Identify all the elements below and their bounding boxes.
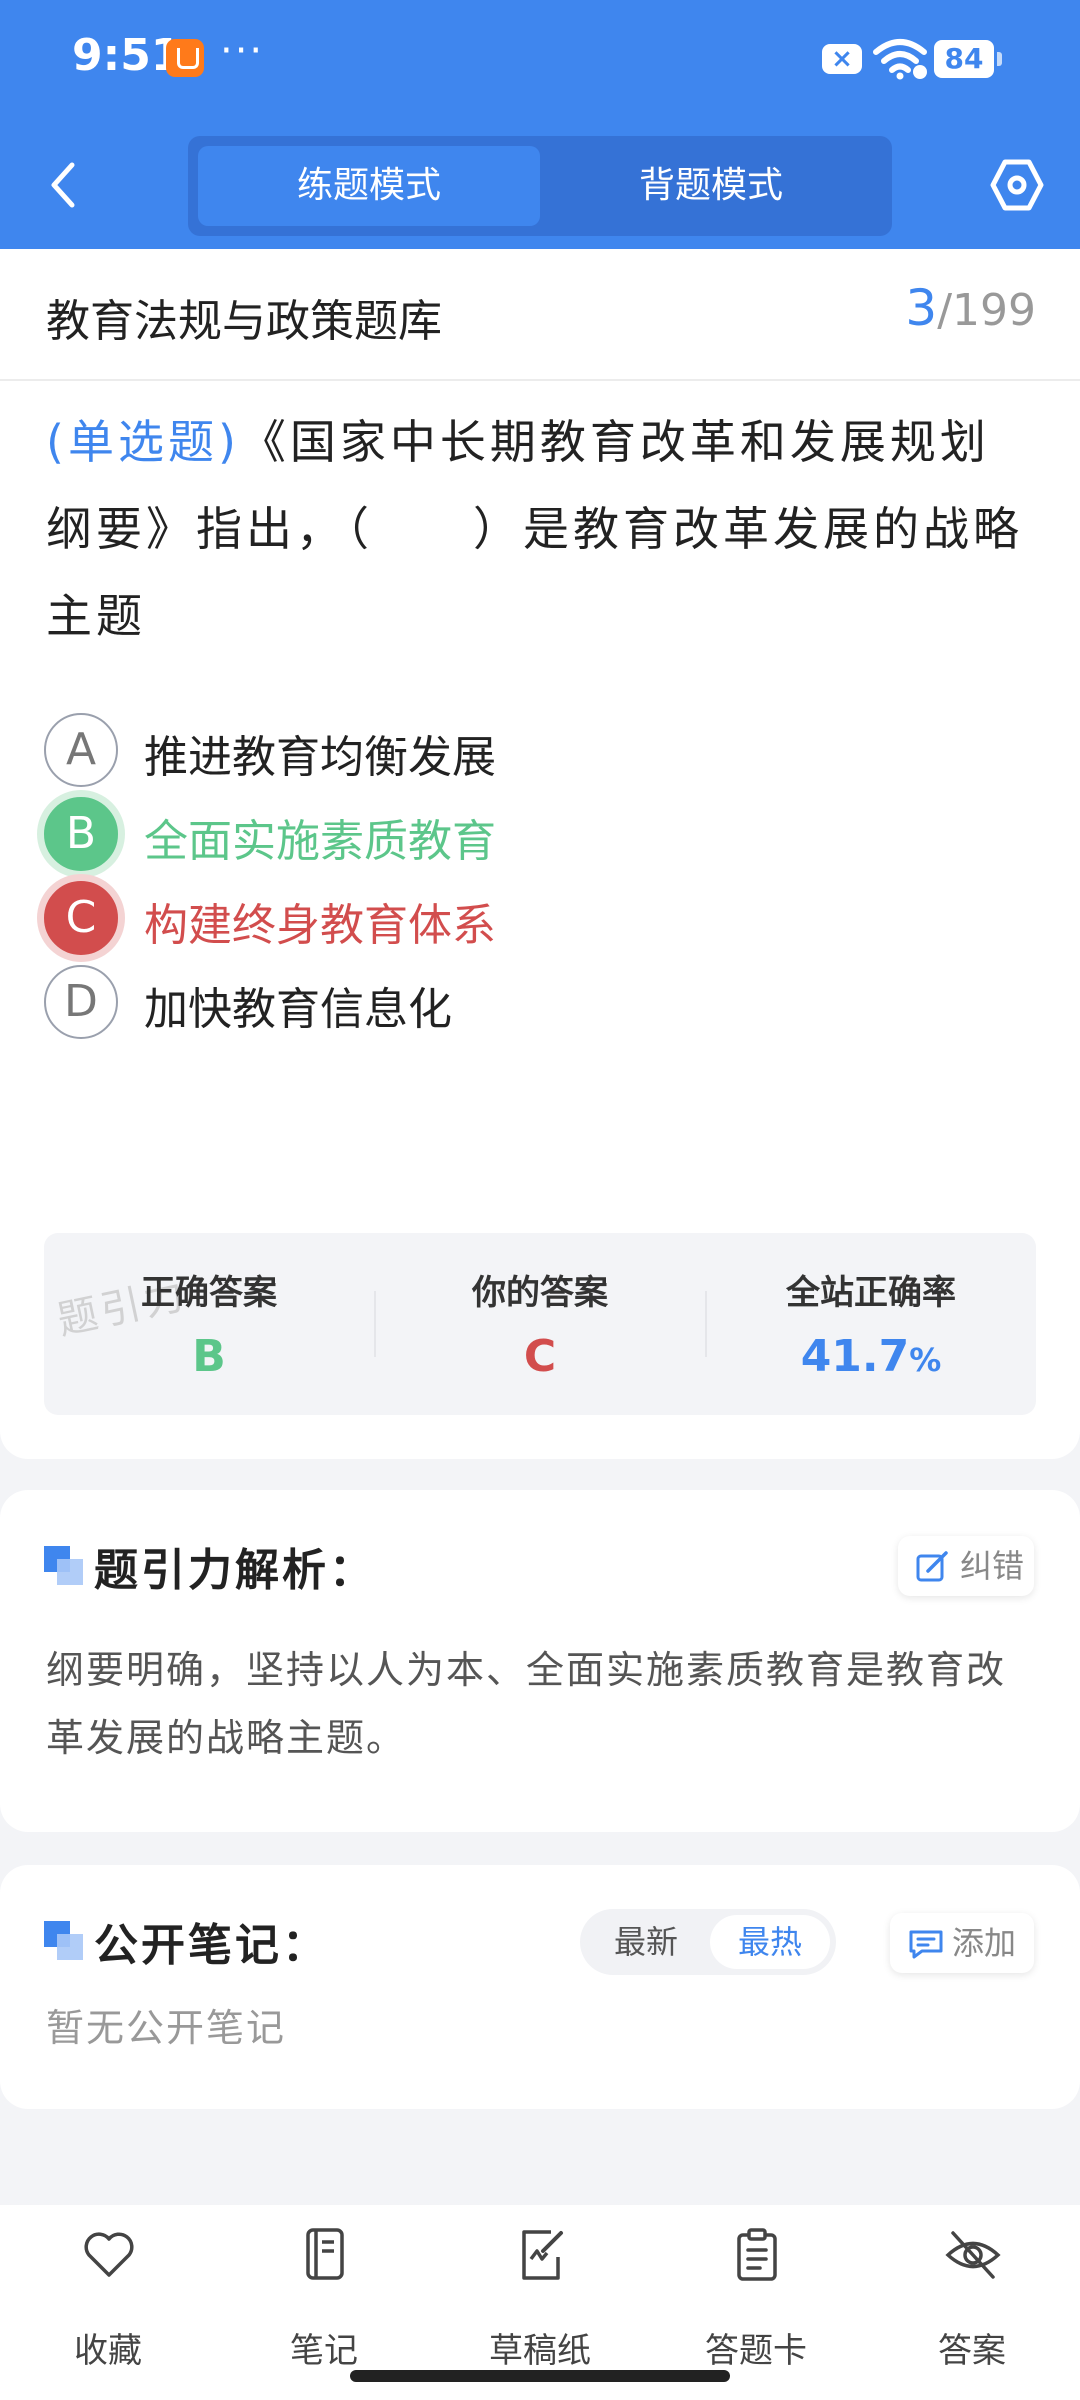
nav-answer-sheet[interactable]: 答题卡 — [656, 2227, 856, 2371]
notes-title: 公开笔记： — [94, 1920, 329, 1971]
stat-correct-answer: 正确答案 B — [44, 1233, 374, 1415]
option-text: 推进教育均衡发展 — [144, 732, 496, 783]
clipboard-icon — [737, 2228, 777, 2281]
option-text: 加快教育信息化 — [144, 984, 452, 1035]
eye-off-icon — [945, 2231, 1001, 2279]
option-letter: D — [44, 965, 118, 1039]
option-letter: A — [44, 713, 118, 787]
nav-label: 答案 — [938, 2331, 1006, 2371]
stat-value: 41.7% — [706, 1331, 1036, 1382]
option-b[interactable]: B 全面实施素质教育 — [37, 790, 944, 878]
report-error-button[interactable]: 纠错 — [898, 1536, 1034, 1596]
option-text: 构建终身教育体系 — [144, 900, 496, 951]
nav-label: 收藏 — [74, 2331, 142, 2371]
nav-scratch-paper[interactable]: 草稿纸 — [440, 2227, 640, 2371]
analysis-text: 纲要明确，坚持以人为本、全面实施素质教育是教育改革发展的战略主题。 — [46, 1648, 1007, 1760]
total-questions: /199 — [937, 285, 1036, 336]
stat-label: 正确答案 — [141, 1273, 277, 1313]
mode-switch: 练题模式 背题模式 — [188, 136, 892, 236]
nav-notes[interactable]: 笔记 — [224, 2227, 424, 2371]
empty-notes-text: 暂无公开笔记 — [46, 2006, 287, 2050]
nav-answer-toggle[interactable]: 答案 — [872, 2227, 1072, 2371]
option-letter: C — [37, 874, 125, 962]
question-type: (单选题) — [46, 415, 240, 469]
nav-label: 答题卡 — [705, 2331, 807, 2371]
back-arrow-icon[interactable] — [40, 155, 86, 215]
option-text: 全面实施素质教育 — [144, 816, 496, 867]
wifi-icon — [873, 39, 927, 80]
home-indicator — [350, 2370, 730, 2382]
no-sim-icon: × — [822, 44, 862, 74]
divider — [0, 379, 1080, 381]
shopping-bag-icon — [166, 39, 204, 77]
nav-label: 笔记 — [290, 2331, 358, 2371]
option-a[interactable]: A 推进教育均衡发展 — [44, 713, 944, 789]
option-letter: B — [37, 790, 125, 878]
option-c[interactable]: C 构建终身教育体系 — [37, 874, 944, 962]
edit-icon — [916, 1551, 948, 1582]
stat-value: C — [523, 1331, 557, 1382]
add-note-label: 添加 — [952, 1924, 1017, 1962]
sort-latest[interactable]: 最新 — [586, 1915, 706, 1969]
analysis-title: 题引力解析： — [94, 1545, 376, 1596]
battery-indicator: 84 — [934, 40, 1002, 78]
header: 9:51 ··· × 84 练题模式 背题模式 — [0, 0, 1080, 249]
tab-practice-mode[interactable]: 练题模式 — [198, 146, 540, 226]
add-note-button[interactable]: 添加 — [890, 1913, 1034, 1973]
comment-icon — [909, 1930, 943, 1959]
draft-edit-icon — [522, 2230, 563, 2280]
rate-unit: % — [909, 1341, 942, 1379]
option-d[interactable]: D 加快教育信息化 — [44, 965, 944, 1041]
notebook-icon — [306, 2228, 344, 2280]
current-question-number: 3 — [905, 279, 938, 337]
nav-label: 草稿纸 — [489, 2331, 591, 2371]
tab-recite-mode[interactable]: 背题模式 — [540, 146, 882, 226]
stat-value: B — [192, 1331, 226, 1382]
question-bank-title: 教育法规与政策题库 — [46, 296, 442, 347]
question-progress[interactable]: 3/199 — [905, 279, 1036, 337]
section-squares-icon — [44, 1546, 84, 1586]
stat-accuracy-rate: 全站正确率 41.7% — [706, 1233, 1036, 1415]
stat-your-answer: 你的答案 C — [375, 1233, 705, 1415]
question-card: 教育法规与政策题库 3/199 (单选题)《国家中长期教育改革和发展规划纲要》指… — [0, 249, 1080, 1459]
public-notes-card: 公开笔记： 最新 最热 添加 暂无公开笔记 — [0, 1865, 1080, 2109]
sort-hottest[interactable]: 最热 — [710, 1915, 830, 1969]
stat-label: 你的答案 — [472, 1273, 608, 1313]
nav-favorite[interactable]: 收藏 — [8, 2227, 208, 2371]
stat-label: 全站正确率 — [786, 1273, 956, 1313]
section-squares-icon — [44, 1921, 84, 1961]
report-error-label: 纠错 — [960, 1547, 1025, 1585]
notes-sort-toggle: 最新 最热 — [580, 1909, 836, 1975]
question-text: (单选题)《国家中长期教育改革和发展规划纲要》指出，（ ）是教育改革发展的战略主… — [46, 399, 1036, 660]
settings-hexagon-icon[interactable] — [990, 158, 1044, 212]
analysis-card: 题引力解析： 纠错 纲要明确，坚持以人为本、全面实施素质教育是教育改革发展的战略… — [0, 1490, 1080, 1832]
more-notifications-icon: ··· — [220, 28, 265, 74]
heart-icon — [84, 2232, 134, 2277]
answer-stats: 题引力 正确答案 B 你的答案 C 全站正确率 41.7% — [44, 1233, 1036, 1415]
status-bar: 9:51 ··· × 84 — [0, 0, 1080, 118]
rate-number: 41.7 — [800, 1331, 910, 1382]
